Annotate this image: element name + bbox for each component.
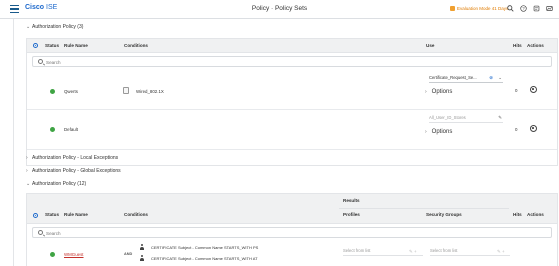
left-rail [0,19,14,266]
profiles-placeholder: Select from list [343,248,371,253]
condition-text[interactable]: CERTIFICATE Subject - Common Name STARTS… [151,256,258,261]
authz-policy-2-title: Authorization Policy (12) [32,181,87,187]
table-row[interactable]: Qwerts Wired_802.1X Certificate_Request_… [27,72,557,110]
local-exceptions-header[interactable]: › Authorization Policy - Local Exceptions [26,155,118,161]
chevron-right-icon: › [425,89,427,95]
condition-text[interactable]: CERTIFICATE Subject - Common Name STARTS… [151,245,258,250]
use-select[interactable]: All_User_ID_Stores ✎ [429,115,503,123]
edit-icon[interactable]: ✎ [409,249,413,254]
gear-icon[interactable] [530,125,537,132]
results-divider [339,208,509,209]
evaluation-badge[interactable]: Evaluation Mode 41 Days [450,6,508,11]
global-exceptions-title: Authorization Policy - Global Exceptions [32,168,121,174]
global-exceptions-header[interactable]: › Authorization Policy - Global Exception… [26,168,121,174]
use-select-value: Certificate_Request_Se... [429,75,477,80]
options-expander[interactable]: › Options [425,89,452,95]
rule-name-link[interactable]: WMGuest [64,252,84,257]
col-actions: Actions [527,212,544,217]
dashboard-icon[interactable] [546,5,553,12]
col-conditions: Conditions [124,43,148,48]
chevron-right-icon: › [425,129,427,135]
col-status: Status [45,212,60,217]
results-header: Results [343,198,360,203]
col-hits: Hits [513,43,522,48]
col-actions: Actions [527,43,544,48]
authz-policy-table: Status Rule Name Conditions Use Hits Act… [26,38,558,166]
profiles-actions: ✎ + [409,249,417,255]
authz-policy-section-header[interactable]: ⌄ Authorization Policy (3) [26,24,83,30]
authz-policy-title: Authorization Policy (3) [32,24,84,30]
use-select[interactable]: Certificate_Request_Se... ⊗ ⌄ [429,75,503,83]
status-enabled-icon[interactable] [50,127,55,132]
use-select-value: All_User_ID_Stores [429,115,466,120]
col-use: Use [426,43,435,48]
hits-count: 0 [515,127,518,132]
top-bar: Cisco ISE Policy · Policy Sets Evaluatio… [0,0,559,19]
add-icon[interactable]: + [414,249,417,254]
options-label: Options [431,89,453,95]
options-expander[interactable]: › Options [425,129,452,135]
certificate-icon [139,244,144,250]
condition-operator: AND [124,252,133,256]
evaluation-text: Evaluation Mode 41 Days [457,6,509,11]
condition-library-icon [123,87,129,94]
select-all-icon[interactable] [33,213,38,218]
table-header: Results Status Rule Name Conditions Prof… [27,194,557,224]
security-groups-placeholder: Select from list [430,248,458,253]
authz-policy-2-header[interactable]: ⌄ Authorization Policy (12) [26,181,86,187]
search-field[interactable] [32,227,552,238]
condition-text[interactable]: Wired_802.1X [136,89,164,94]
gear-icon[interactable] [530,86,537,93]
col-hits: Hits [513,212,522,217]
col-rule-name: Rule Name [64,43,88,48]
search-icon [38,59,43,64]
col-rule-name: Rule Name [64,212,88,217]
edit-icon[interactable]: ✎ [497,249,501,254]
hits-count: 0 [515,88,518,93]
rule-name[interactable]: Default [64,127,78,132]
svg-text:?: ? [522,6,525,11]
select-all-icon[interactable] [33,43,38,48]
add-icon[interactable]: + [502,249,505,254]
local-exceptions-title: Authorization Policy - Local Exceptions [32,155,119,161]
col-security-groups: Security Groups [426,212,462,217]
table-header: Status Rule Name Conditions Use Hits Act… [27,39,557,53]
status-enabled-icon[interactable] [50,89,55,94]
notifications-icon[interactable] [533,5,540,12]
options-label: Options [431,129,453,135]
certificate-icon [139,255,144,261]
search-input[interactable] [46,58,246,66]
table-row[interactable]: WMGuest AND CERTIFICATE Subject - Common… [27,242,557,266]
col-status: Status [45,43,60,48]
clear-icon[interactable]: ⊗ [489,75,493,81]
rule-name[interactable]: Qwerts [64,89,78,94]
warning-icon [450,6,455,11]
help-icon[interactable]: ? [520,5,527,12]
security-groups-actions: ✎ + [497,249,505,255]
authz-policy-2-table: Results Status Rule Name Conditions Prof… [26,193,558,266]
col-conditions: Conditions [124,212,148,217]
header-icons: ? [507,5,559,12]
col-profiles: Profiles [343,212,360,217]
policy-content: ⌄ Authorization Policy (3) Status Rule Na… [14,19,559,266]
search-input[interactable] [46,229,246,237]
chevron-down-icon[interactable]: ⌄ [498,75,502,81]
edit-icon[interactable]: ✎ [498,115,502,121]
search-icon[interactable] [507,5,514,12]
status-enabled-icon[interactable] [50,252,55,257]
search-field[interactable] [32,56,552,67]
table-row[interactable]: Default All_User_ID_Stores ✎ › Options 0 [27,110,557,150]
search-icon [38,230,43,235]
